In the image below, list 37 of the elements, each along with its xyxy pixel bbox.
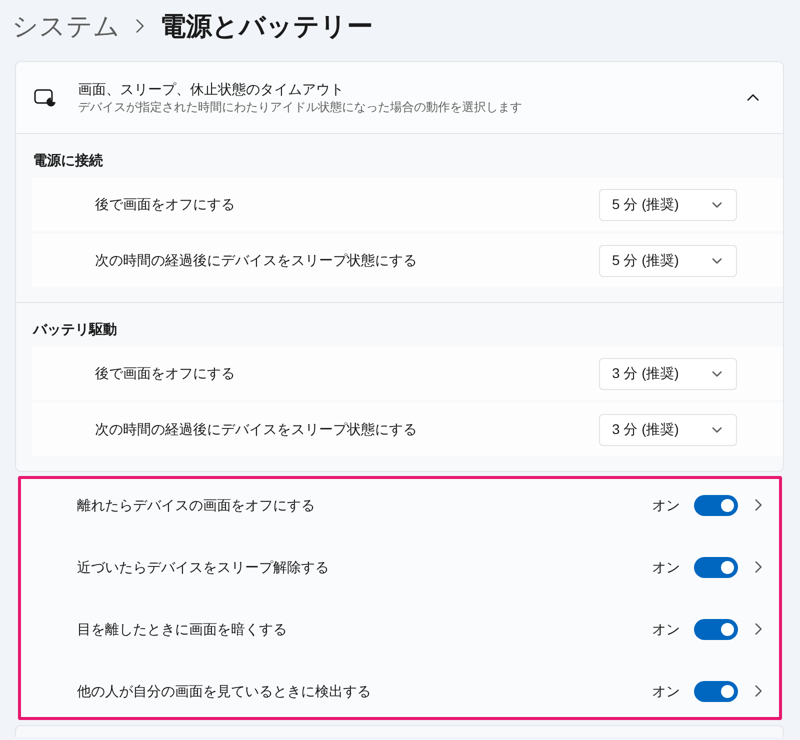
toggle-switch[interactable]: [694, 556, 738, 578]
section-heading: バッテリ駆動: [32, 320, 118, 339]
breadcrumb-parent[interactable]: システム: [12, 8, 120, 44]
chevron-down-icon: [712, 258, 722, 264]
section-heading: 電源に接続: [32, 151, 104, 170]
dropdown[interactable]: 5 分 (推奨): [599, 188, 737, 220]
setting-label: 目を離したときに画面を暗くする: [77, 620, 288, 638]
setting-label: 次の時間の経過後にデバイスをスリープ状態にする: [95, 251, 418, 270]
chevron-right-icon[interactable]: [755, 685, 762, 697]
chevron-right-icon: [136, 19, 144, 33]
setting-label: 近づいたらデバイスをスリープ解除する: [77, 558, 330, 576]
setting-label: 後で画面をオフにする: [95, 195, 236, 214]
toggle-state-label: オン: [652, 620, 680, 638]
chevron-right-icon[interactable]: [755, 499, 762, 511]
dropdown[interactable]: 3 分 (推奨): [599, 358, 737, 390]
monitor-moon-icon: [34, 88, 57, 106]
chevron-down-icon: [712, 370, 722, 376]
toggle-state-label: オン: [652, 496, 680, 514]
setting-label: 離れたらデバイスの画面をオフにする: [77, 496, 316, 514]
dropdown[interactable]: 5 分 (推奨): [599, 244, 737, 276]
card-description: デバイスが指定された時間にわたりアイドル状態になった場合の動作を選択します: [78, 98, 523, 116]
chevron-down-icon: [712, 202, 722, 208]
setting-label: 後で画面をオフにする: [95, 364, 236, 383]
chevron-up-icon[interactable]: [747, 94, 759, 101]
toggle-switch[interactable]: [694, 680, 738, 702]
chevron-down-icon: [712, 426, 722, 432]
toggle-state-label: オン: [652, 558, 680, 576]
chevron-right-icon[interactable]: [755, 623, 762, 635]
page-title: 電源とバッテリー: [160, 10, 373, 43]
toggle-switch[interactable]: [694, 618, 738, 640]
chevron-right-icon[interactable]: [755, 561, 762, 573]
setting-label: 次の時間の経過後にデバイスをスリープ状態にする: [95, 420, 418, 439]
card-title: 画面、スリープ、休止状態のタイムアウト: [78, 80, 345, 98]
dropdown[interactable]: 3 分 (推奨): [599, 414, 737, 446]
toggle-state-label: オン: [652, 682, 680, 700]
setting-label: 他の人が自分の画面を見ているときに検出する: [77, 682, 372, 700]
toggle-switch[interactable]: [694, 494, 738, 516]
